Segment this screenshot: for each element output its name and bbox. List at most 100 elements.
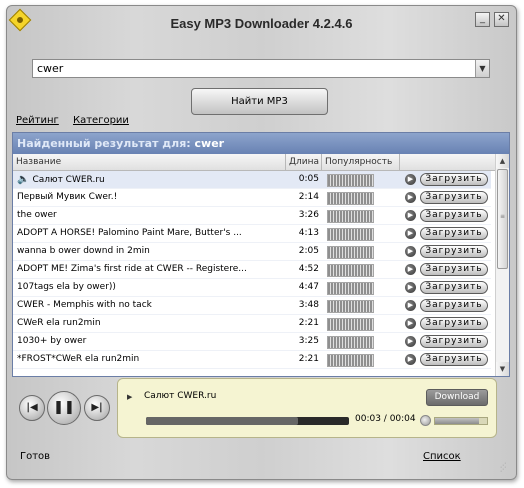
chevron-down-icon[interactable]: ▼ (475, 60, 489, 77)
volume-knob-icon[interactable] (420, 415, 431, 426)
popularity-bar (327, 318, 374, 331)
table-row[interactable]: 1030+ by ower 3:25 ▶ Загрузить (13, 333, 491, 351)
row-download-button[interactable]: Загрузить (420, 173, 488, 186)
list-link[interactable]: Список (423, 451, 461, 462)
track-title-text: Салют CWER.ru (32, 175, 105, 185)
track-title: 1030+ by ower (17, 336, 86, 346)
track-length: 2:21 (298, 318, 319, 328)
track-length: 2:21 (298, 354, 319, 364)
table-row[interactable]: the ower 3:26 ▶ Загрузить (13, 207, 491, 225)
results-panel: Найденный результат для: cwer Название Д… (12, 132, 510, 377)
play-track-icon[interactable]: ▶ (405, 282, 416, 293)
row-download-button[interactable]: Загрузить (420, 353, 488, 366)
track-title: CWeR ela run2min (17, 318, 101, 328)
results-scrollbar[interactable]: ▲ ≡ ▼ (495, 154, 509, 376)
play-track-icon[interactable]: ▶ (405, 192, 416, 203)
table-row[interactable]: *FROST*CWeR ela run2min 2:21 ▶ Загрузить (13, 351, 491, 369)
play-track-icon[interactable]: ▶ (405, 210, 416, 221)
row-download-button[interactable]: Загрузить (420, 263, 488, 276)
row-download-button[interactable]: Загрузить (420, 227, 488, 240)
track-length: 0:05 (298, 174, 319, 184)
row-download-button[interactable]: Загрузить (420, 191, 488, 204)
track-title-text: 107tags ela by ower)) (17, 282, 116, 292)
play-indicator-icon: ▶ (127, 393, 133, 401)
track-length: 4:13 (298, 228, 319, 238)
speaker-icon: 🔈 (17, 174, 30, 185)
find-mp3-button[interactable]: Найти MP3 (191, 88, 328, 115)
popularity-bar (327, 192, 374, 205)
status-text: Готов (20, 451, 51, 462)
track-title-text: the ower (17, 210, 57, 220)
track-title: wanna b ower downd in 2min (17, 246, 150, 256)
play-track-icon[interactable]: ▶ (405, 318, 416, 329)
popularity-bar (327, 174, 374, 187)
track-title: 107tags ela by ower)) (17, 282, 116, 292)
scroll-down-icon[interactable]: ▼ (496, 362, 509, 376)
track-title: Первый Мувик Cwer.! (17, 192, 117, 202)
play-track-icon[interactable]: ▶ (405, 336, 416, 347)
resize-grip-icon[interactable]: ⋰ ⋰ (500, 463, 512, 476)
popularity-bar (327, 300, 374, 313)
table-row[interactable]: ADOPT ME! Zima's first ride at CWER -- R… (13, 261, 491, 279)
popularity-bar (327, 354, 374, 367)
table-row[interactable]: wanna b ower downd in 2min 2:05 ▶ Загрузить (13, 243, 491, 261)
row-download-button[interactable]: Загрузить (420, 209, 488, 222)
track-title-text: *FROST*CWeR ela run2min (17, 354, 140, 364)
time-display: 00:03 / 00:04 (355, 414, 416, 424)
scroll-up-icon[interactable]: ▲ (496, 154, 509, 168)
column-header-length[interactable]: Длина (286, 154, 322, 171)
volume-slider[interactable] (434, 417, 488, 425)
column-header-popularity[interactable]: Популярность (322, 154, 400, 171)
prev-track-icon[interactable]: |◀ (19, 395, 45, 421)
track-length: 3:25 (298, 336, 319, 346)
popularity-bar (327, 264, 374, 277)
results-header-label: Найденный результат для: (17, 137, 191, 150)
table-row[interactable]: CWeR ela run2min 2:21 ▶ Загрузить (13, 315, 491, 333)
window-title: Easy MP3 Downloader 4.2.4.6 (170, 16, 353, 31)
rating-link[interactable]: Рейтинг (16, 115, 59, 126)
track-title-text: ADOPT ME! Zima's first ride at CWER -- R… (17, 264, 247, 274)
play-track-icon[interactable]: ▶ (405, 174, 416, 185)
seek-bar[interactable] (146, 417, 349, 425)
download-button[interactable]: Download (426, 389, 488, 406)
title-bar[interactable]: Easy MP3 Downloader 4.2.4.6 _ ✕ (7, 6, 516, 42)
scroll-thumb[interactable]: ≡ (497, 169, 508, 269)
track-length: 4:47 (298, 282, 319, 292)
row-download-button[interactable]: Загрузить (420, 317, 488, 330)
table-row[interactable]: 🔈 Салют CWER.ru 0:05 ▶ Загрузить (13, 171, 491, 189)
close-button[interactable]: ✕ (494, 12, 509, 27)
minimize-button[interactable]: _ (475, 12, 490, 27)
popularity-bar (327, 246, 374, 259)
table-row[interactable]: ADOPT A HORSE! Palomino Paint Mare, Butt… (13, 225, 491, 243)
play-track-icon[interactable]: ▶ (405, 228, 416, 239)
track-title: ADOPT A HORSE! Palomino Paint Mare, Butt… (17, 228, 242, 238)
categories-link[interactable]: Категории (73, 115, 129, 126)
track-length: 3:48 (298, 300, 319, 310)
column-header-actions (400, 154, 497, 171)
row-download-button[interactable]: Загрузить (420, 335, 488, 348)
play-track-icon[interactable]: ▶ (405, 300, 416, 311)
play-track-icon[interactable]: ▶ (405, 246, 416, 257)
popularity-bar (327, 228, 374, 241)
popularity-bar (327, 282, 374, 295)
play-track-icon[interactable]: ▶ (405, 264, 416, 275)
row-download-button[interactable]: Загрузить (420, 245, 488, 258)
table-row[interactable]: CWER - Memphis with no tack 3:48 ▶ Загрузит… (13, 297, 491, 315)
track-title-text: ADOPT A HORSE! Palomino Paint Mare, Butt… (17, 228, 242, 238)
search-input[interactable] (33, 60, 463, 77)
pause-icon[interactable]: ❚❚ (47, 391, 81, 425)
row-download-button[interactable]: Загрузить (420, 299, 488, 312)
app-window: Easy MP3 Downloader 4.2.4.6 _ ✕ ▼ Найти … (6, 5, 517, 480)
track-title: *FROST*CWeR ela run2min (17, 354, 139, 364)
search-combobox[interactable]: ▼ (32, 59, 490, 78)
table-row[interactable]: Первый Мувик Cwer.! 2:14 ▶ Загрузить (13, 189, 491, 207)
player-panel: ▶ Салют CWER.ru Download 00:03 / 00:04 (117, 378, 497, 438)
track-title-text: 1030+ by ower (17, 336, 87, 346)
results-header-query: cwer (194, 137, 225, 150)
column-header-name[interactable]: Название (13, 154, 286, 171)
row-download-button[interactable]: Загрузить (420, 281, 488, 294)
results-header: Найденный результат для: cwer (13, 133, 509, 154)
next-track-icon[interactable]: ▶| (84, 395, 110, 421)
table-row[interactable]: 107tags ela by ower)) 4:47 ▶ Загрузить (13, 279, 491, 297)
play-track-icon[interactable]: ▶ (405, 354, 416, 365)
